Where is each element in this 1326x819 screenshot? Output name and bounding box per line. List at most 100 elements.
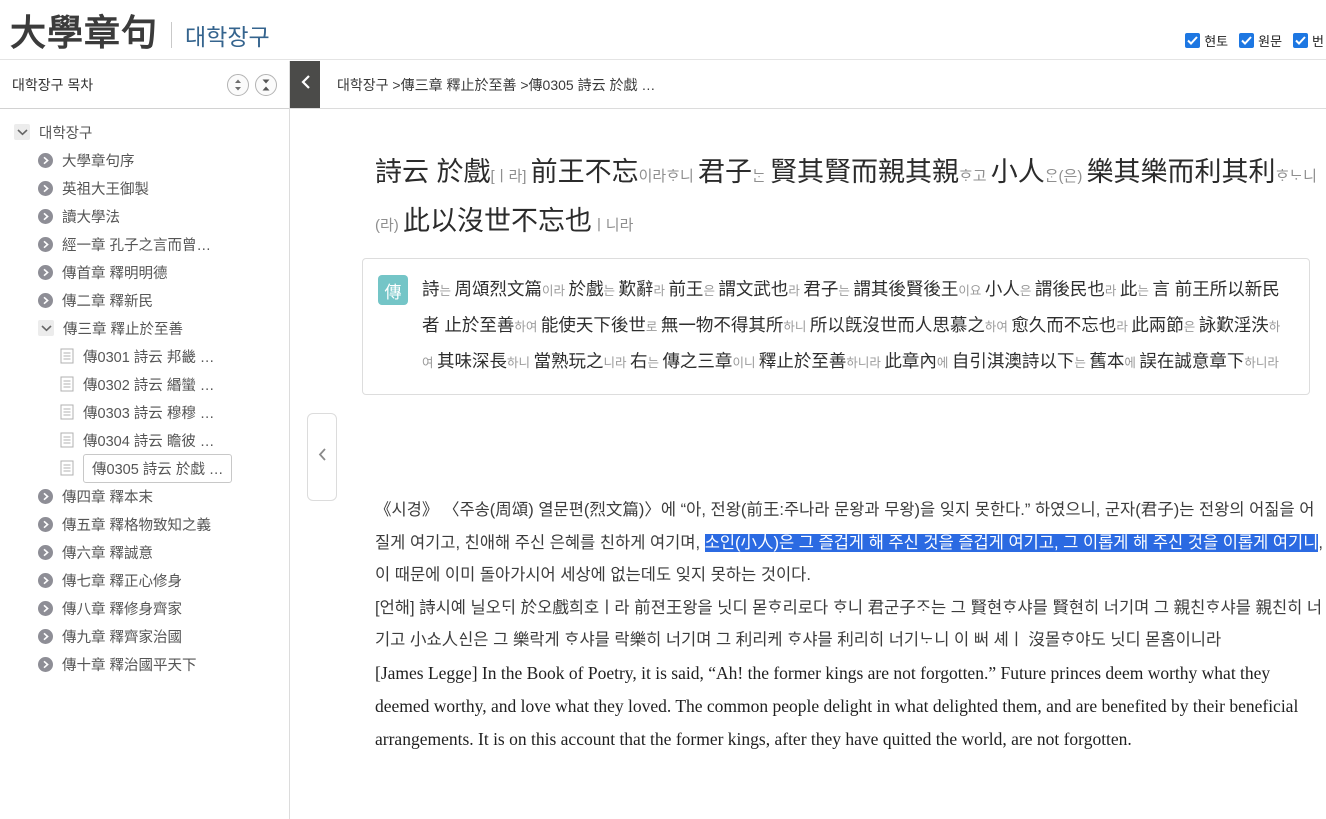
circle-arrow-icon[interactable] [38,236,53,252]
circle-arrow-icon[interactable] [38,180,53,196]
text-segment: 此以沒世不忘也 [402,206,592,236]
doc-icon[interactable] [60,348,74,364]
toc-item[interactable]: 傳0303 詩云 穆穆 … [0,398,289,426]
toc-item-label: 傳三章 釋止於至善 [63,321,184,338]
toggle-hyeonto[interactable]: 현토 [1185,31,1228,50]
toc-item-selected[interactable]: 傳0305 詩云 於戱 … [0,453,289,483]
text-segment: 賢其賢而親其親 [769,157,959,187]
hyeonto-annotation: 는 [1074,356,1090,370]
toggle-beon[interactable]: 번 [1293,31,1324,50]
toc-item[interactable]: 經一章 孔子之言而曾… [0,230,289,258]
circle-arrow-icon[interactable] [38,152,53,168]
top-header: 大學章句 대학장구 현토 원문 번 [0,0,1326,60]
hyeonto-annotation: ᄒᆞ고 [958,168,991,185]
breadcrumb[interactable]: 대학장구 >傳三章 釋止於至善 >傳0305 詩云 於戱 … [337,61,655,108]
hyeonto-annotation: 이라ᄒᆞ니 [638,168,698,185]
circle-arrow-icon[interactable] [38,208,53,224]
toc-item[interactable]: 대학장구 [0,118,289,146]
circle-arrow-icon[interactable] [38,656,53,672]
hyeonto-annotation: 는 [603,284,619,298]
toc-item[interactable]: 傳五章 釋格物致知之義 [0,510,289,538]
hyeonto-annotation: 하니 [783,320,810,334]
toc-item[interactable]: 傳0304 詩云 瞻彼 … [0,426,289,454]
toc-item[interactable]: 英祖大王御製 [0,174,289,202]
toc-item[interactable]: 傳六章 釋誠意 [0,538,289,566]
toc-item[interactable]: 傳首章 釋明明德 [0,258,289,286]
korean-translation: 《시경》 〈주송(周頌) 열문편(烈文篇)〉에 “아, 전왕(前王:주나라 문왕… [375,494,1326,592]
text-segment: 右 [629,351,648,371]
text-segment: 小人 [984,279,1020,299]
toc-item[interactable]: 大學章句序 [0,146,289,174]
doc-icon[interactable] [60,404,74,420]
text-segment: 謂其後賢後王 [853,279,959,299]
circle-arrow-icon[interactable] [38,600,53,616]
doc-icon[interactable] [60,376,74,392]
display-toggles: 현토 원문 번 [1185,31,1324,50]
circle-arrow-icon[interactable] [38,572,53,588]
text-segment: 舊本 [1089,351,1125,371]
circle-arrow-icon[interactable] [38,628,53,644]
hyeonto-annotation: 는 [1137,284,1153,298]
circle-arrow-icon[interactable] [38,264,53,280]
toggle-wonmun[interactable]: 원문 [1239,31,1282,50]
text-segment: 詩 [422,279,440,299]
toc-item[interactable]: 傳三章 釋止於至善 [0,314,289,342]
hyeonto-annotation: 이니 [732,356,759,370]
circle-arrow-icon[interactable] [38,516,53,532]
toc-item-label: 傳0304 詩云 瞻彼 … [83,433,215,450]
hyeonto-annotation: 하니라 [1244,356,1279,370]
text-segment: 此 [1119,279,1138,299]
chevron-down-icon[interactable] [14,124,30,140]
checkbox-checked-icon[interactable] [1185,33,1201,48]
back-button[interactable] [290,61,320,108]
expand-all-icon[interactable] [227,73,249,96]
doc-icon[interactable] [60,432,74,448]
text-segment: 傳之三章 [662,351,733,371]
text-segment: 無一物不得其所 [660,315,784,335]
text-segment: 此章內 [884,351,937,371]
toc-item[interactable]: 傳四章 釋本末 [0,482,289,510]
checkbox-checked-icon[interactable] [1239,33,1255,48]
toc-item[interactable]: 傳二章 釋新民 [0,286,289,314]
hyeonto-annotation: ᄂᆞᆫ [752,168,770,185]
text-segment: 前王 [668,279,704,299]
translation-section: 《시경》 〈주송(周頌) 열문편(烈文篇)〉에 “아, 전왕(前王:주나라 문왕… [375,494,1326,756]
toc-item[interactable]: 傳0302 詩云 緡蠻 … [0,370,289,398]
hyeonto-annotation: 은 [703,284,719,298]
text-segment: 於戲 [568,279,604,299]
hyeonto-annotation: 라 [1116,320,1132,334]
passage-original-text: 詩云 於戲[ㅣ라] 前王不忘이라ᄒᆞ니 君子ᄂᆞᆫ 賢其賢而親其親ᄒᆞ고 小人ᄋ… [375,150,1325,248]
toc-item-label: 經一章 孔子之言而曾… [62,237,212,254]
collapse-all-icon[interactable] [255,73,277,96]
page-title-korean: 대학장구 [185,23,270,50]
hyeonto-annotation: 하니 [506,356,534,370]
toc-item-label: 傳0301 詩云 邦畿 … [83,349,215,366]
hyeonto-annotation: 이요 [958,284,985,298]
text-segment: 此兩節 [1131,315,1184,335]
circle-arrow-icon[interactable] [38,488,53,504]
hyeonto-annotation: 에 [1124,356,1140,370]
toc-item[interactable]: 傳0301 詩云 邦畿 … [0,342,289,370]
circle-arrow-icon[interactable] [38,292,53,308]
toc-item-label: 大學章句序 [62,153,135,170]
chevron-left-icon [318,448,326,466]
toc-sidebar: 대학장구 목차 대학장구 大學章句序 英祖大王御製 讀大學法 經一章 孔子之言而曾… 傳首… [0,61,290,819]
hyeonto-annotation: 은 [1019,284,1035,298]
toc-item-label: 讀大學法 [62,209,120,226]
hyeonto-annotation: 에 [936,356,952,370]
hyeonto-annotation: 는 [647,356,663,370]
toc-item[interactable]: 讀大學法 [0,202,289,230]
toc-item[interactable]: 傳九章 釋齊家治國 [0,622,289,650]
doc-icon[interactable] [60,460,74,476]
toc-item-label: 傳七章 釋正心修身 [62,573,183,590]
toc-item[interactable]: 傳十章 釋治國平天下 [0,650,289,678]
chevron-down-icon[interactable] [38,320,54,336]
toc-item-label: 傳九章 釋齊家治國 [62,629,183,646]
checkbox-checked-icon[interactable] [1293,33,1309,48]
sidebar-collapse-handle[interactable] [307,413,337,501]
text-segment: 能使天下後世 [540,315,646,335]
circle-arrow-icon[interactable] [38,544,53,560]
commentary-badge: 傳 [378,275,408,305]
toc-item[interactable]: 傳八章 釋修身齊家 [0,594,289,622]
toc-item[interactable]: 傳七章 釋正心修身 [0,566,289,594]
